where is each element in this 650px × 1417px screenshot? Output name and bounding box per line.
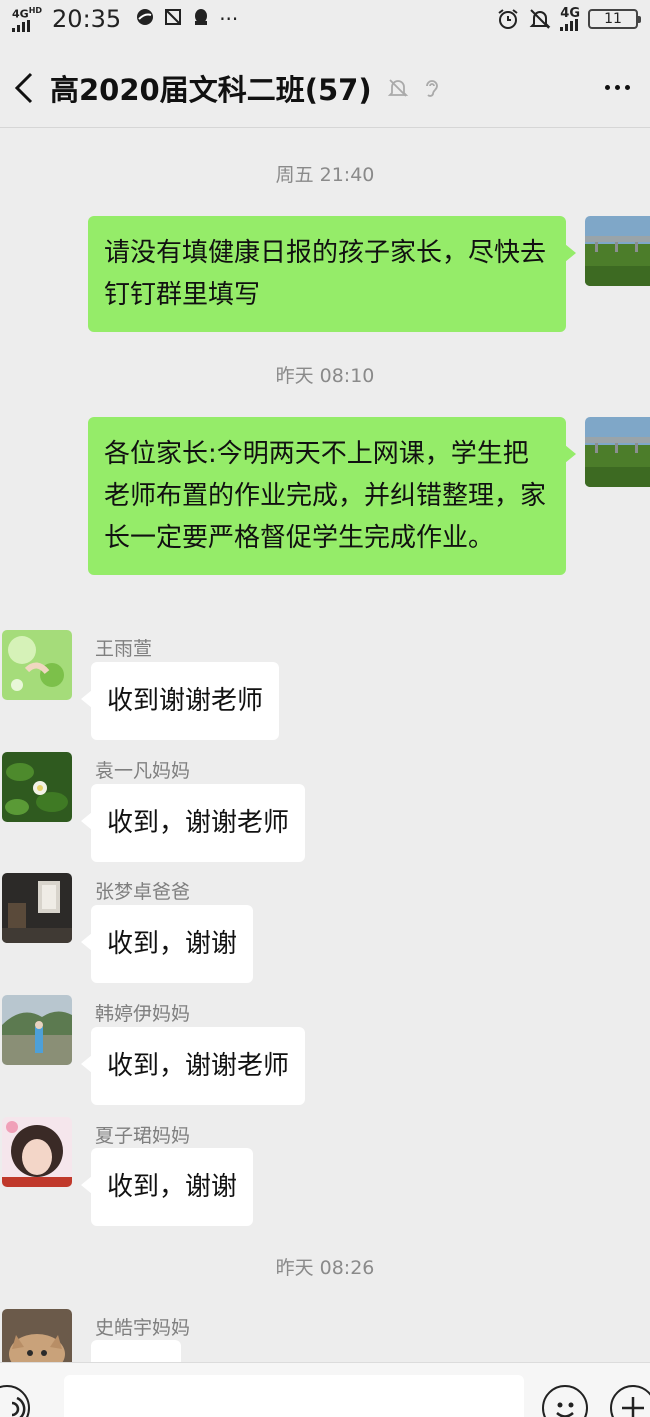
message-input[interactable]	[64, 1375, 524, 1417]
sender-name: 张梦卓爸爸	[95, 881, 191, 903]
timestamp: 昨天 08:10	[275, 365, 375, 387]
voice-icon	[11, 1396, 26, 1417]
chat-header: 高2020届文科二班(57)	[0, 48, 650, 128]
screenshot-icon	[165, 9, 182, 25]
app-notification-icon	[137, 9, 154, 25]
sender-name: 王雨萱	[95, 638, 153, 660]
timestamp: 昨天 08:26	[275, 1257, 375, 1279]
incoming-message[interactable]: 收到，谢谢老师	[80, 784, 306, 862]
voice-button[interactable]	[0, 1385, 30, 1417]
chat-title: 高2020届文科二班(57)	[50, 72, 372, 107]
more-button[interactable]	[592, 63, 642, 113]
network-indicator: 4GHD	[12, 6, 42, 32]
mute-icon	[529, 9, 551, 29]
network-right: 4G	[560, 7, 580, 31]
plus-button[interactable]	[610, 1385, 650, 1417]
member-avatar[interactable]	[2, 873, 72, 943]
mute-bell-icon	[384, 74, 412, 102]
sender-name: 夏子珺妈妈	[95, 1125, 191, 1147]
member-avatar[interactable]	[2, 995, 72, 1065]
input-bar	[0, 1362, 650, 1417]
status-time: 20:35	[52, 5, 122, 33]
incoming-message[interactable]: 收到谢谢老师	[80, 662, 280, 740]
timestamp: 周五 21:40	[275, 164, 375, 186]
qq-icon	[195, 9, 208, 25]
incoming-message[interactable]: 收到，谢谢	[80, 1148, 254, 1226]
outgoing-message[interactable]: 各位家长:今明两天不上网课，学生把老师布置的作业完成，并纠错整理，家长一定要严格…	[88, 417, 576, 575]
incoming-message[interactable]: 收到，谢谢	[80, 905, 254, 983]
alarm-icon	[498, 9, 518, 29]
back-button[interactable]	[4, 58, 44, 118]
member-avatar[interactable]	[2, 1117, 72, 1187]
back-icon	[14, 72, 33, 103]
member-avatar[interactable]	[2, 630, 72, 700]
emoji-button[interactable]	[542, 1385, 588, 1417]
battery-icon: 11	[588, 9, 641, 29]
my-avatar[interactable]	[585, 417, 650, 487]
sender-name: 韩婷伊妈妈	[95, 1003, 191, 1025]
emoji-icon	[556, 1402, 574, 1417]
member-avatar[interactable]	[2, 752, 72, 822]
plus-icon	[622, 1397, 644, 1417]
status-bar: 4GHD 20:35 ··· 4G 11	[0, 0, 650, 38]
my-avatar[interactable]	[585, 216, 650, 286]
signal-icon	[12, 19, 30, 32]
more-icon	[604, 85, 610, 90]
more-notifications-icon: ···	[219, 7, 239, 31]
incoming-message[interactable]: 收到，谢谢老师	[80, 1027, 306, 1105]
outgoing-message[interactable]: 请没有填健康日报的孩子家长，尽快去钉钉群里填写	[88, 216, 576, 332]
sender-name: 史皓宇妈妈	[95, 1317, 191, 1339]
sender-name: 袁一凡妈妈	[95, 760, 191, 782]
earpiece-icon	[418, 74, 446, 102]
